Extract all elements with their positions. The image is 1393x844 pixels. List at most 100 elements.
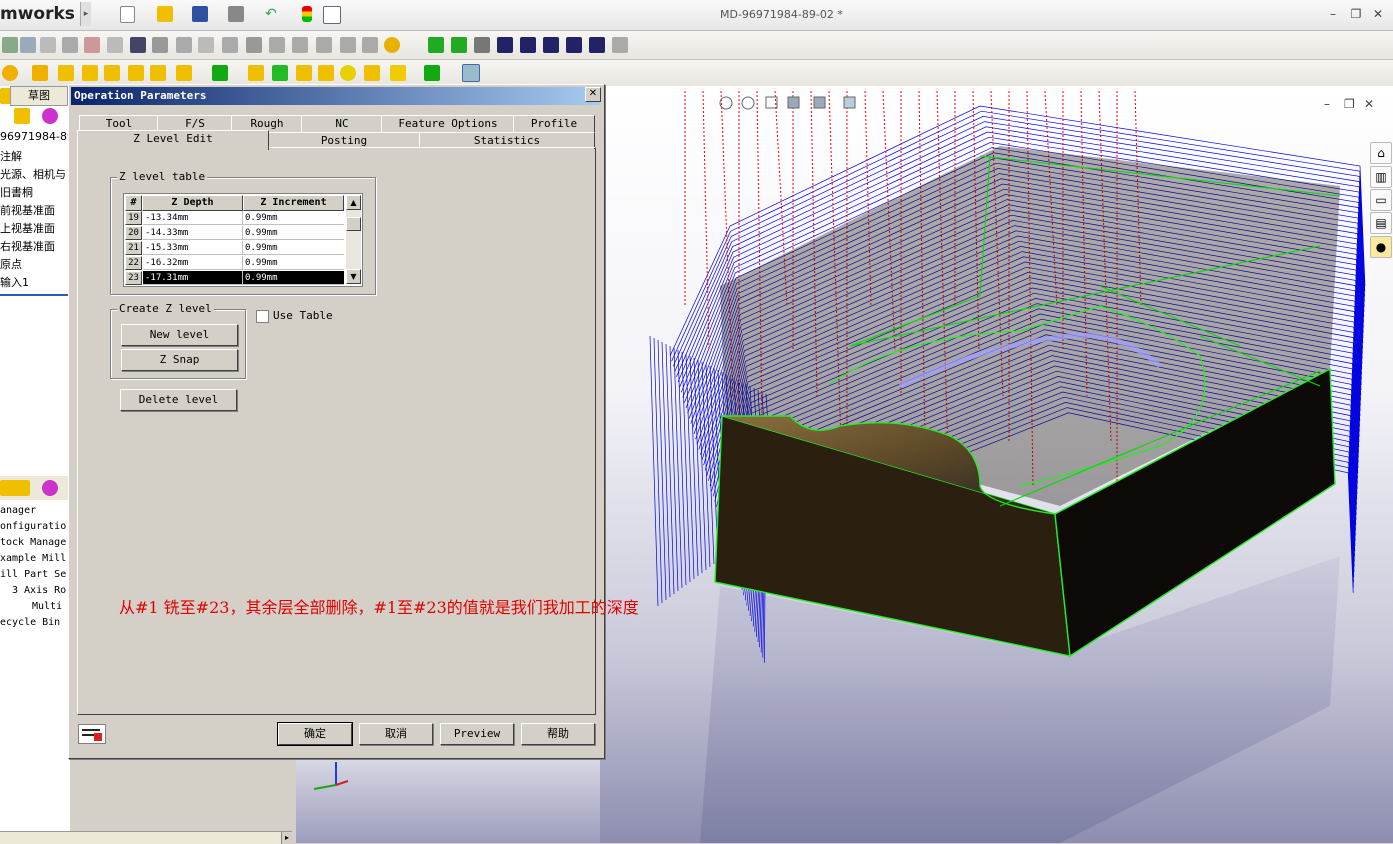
cam-tree-item[interactable]: onfiguratio (0, 521, 70, 532)
appearance-icon[interactable]: ● (1370, 236, 1392, 258)
feature-icon[interactable] (58, 65, 74, 81)
viewport-restore-icon[interactable]: ❐ (1344, 97, 1355, 111)
open-folder-icon[interactable] (157, 6, 173, 22)
new-level-button[interactable]: New level (121, 324, 238, 346)
z-depth-cell[interactable]: -13.34mm (143, 211, 243, 225)
cam-tool-icon[interactable] (428, 37, 444, 53)
cam-tool-icon[interactable] (497, 37, 513, 53)
table-scrollbar[interactable]: ▲ ▼ (346, 195, 361, 284)
tool-icon[interactable] (316, 37, 332, 53)
pattern-icon[interactable] (212, 65, 228, 81)
view-orientation-icon[interactable] (813, 96, 826, 109)
table-row[interactable]: 22 -16.32mm 0.99mm (124, 256, 344, 271)
view-palette-icon[interactable]: ▤ (1370, 212, 1392, 234)
viewport-minimize-icon[interactable]: – (1324, 97, 1330, 111)
z-depth-cell[interactable]: -17.31mm (143, 271, 243, 285)
tool-icon[interactable] (292, 37, 308, 53)
table-row[interactable]: 19 -13.34mm 0.99mm (124, 211, 344, 226)
tree-item[interactable]: 96971984-89-0 (0, 130, 70, 143)
feature-icon[interactable] (248, 65, 264, 81)
help-button[interactable]: 帮助 (521, 723, 595, 745)
panel-scrollbar[interactable]: ▸ (0, 831, 292, 844)
tool-icon[interactable] (340, 37, 356, 53)
zoom-area-icon[interactable] (741, 96, 755, 110)
table-row[interactable]: 21 -15.33mm 0.99mm (124, 241, 344, 256)
cancel-button[interactable]: 取消 (359, 723, 433, 745)
curve-icon[interactable] (424, 65, 440, 81)
tool-icon[interactable] (198, 37, 214, 53)
viewport-close-icon[interactable]: ✕ (1364, 97, 1374, 111)
cam-tool-icon[interactable] (543, 37, 559, 53)
cam-tree-item[interactable]: tock Manage (0, 537, 70, 548)
table-row[interactable]: 20 -14.33mm 0.99mm (124, 226, 344, 241)
rebuild-icon[interactable] (302, 6, 312, 22)
print-icon[interactable] (228, 6, 244, 22)
z-increment-cell[interactable]: 0.99mm (243, 271, 344, 285)
z-level-table[interactable]: # Z Depth Z Increment 19 -13.34mm 0.99mm 20… (123, 193, 363, 287)
tab-feature-options[interactable]: Feature Options (381, 115, 515, 132)
feature-icon[interactable] (340, 65, 356, 81)
tool-icon[interactable] (2, 37, 18, 53)
tree-item[interactable]: 输入1 (0, 274, 70, 290)
cam-tool-icon[interactable] (589, 37, 605, 53)
sketch-icon[interactable] (462, 64, 480, 82)
tool-icon[interactable] (269, 37, 285, 53)
table-row[interactable]: 23 -17.31mm 0.99mm (124, 271, 344, 286)
trim-icon[interactable] (152, 37, 168, 53)
minimize-icon[interactable]: – (1325, 7, 1341, 21)
save-icon[interactable] (192, 6, 208, 22)
property-manager-icon[interactable] (14, 108, 30, 124)
feature-icon[interactable] (128, 65, 144, 81)
z-depth-cell[interactable]: -15.33mm (143, 241, 243, 255)
feature-icon[interactable] (150, 65, 166, 81)
file-explorer-icon[interactable]: ▭ (1370, 189, 1392, 211)
previous-view-icon[interactable] (765, 96, 778, 109)
tool-icon[interactable] (40, 37, 56, 53)
tool-icon[interactable] (62, 37, 78, 53)
options-icon[interactable] (323, 6, 341, 24)
wand-icon[interactable] (390, 65, 406, 81)
graphics-viewport[interactable]: – ❐ ✕ (600, 86, 1393, 843)
tool-icon[interactable] (84, 37, 100, 53)
restore-icon[interactable]: ❐ (1348, 7, 1364, 21)
feature-icon[interactable] (272, 65, 288, 81)
feature-icon[interactable] (364, 65, 380, 81)
tree-item[interactable]: 注解 (0, 148, 70, 164)
feature-icon[interactable] (104, 65, 120, 81)
tool-icon[interactable] (246, 37, 262, 53)
feature-icon[interactable] (32, 65, 48, 81)
scroll-down-icon[interactable]: ▼ (346, 269, 361, 284)
tool-icon[interactable] (20, 37, 36, 53)
z-snap-button[interactable]: Z Snap (121, 349, 238, 371)
close-icon[interactable]: ✕ (1370, 7, 1386, 21)
z-increment-cell[interactable]: 0.99mm (243, 226, 344, 240)
tool-icon[interactable] (362, 37, 378, 53)
cam-tree-item[interactable]: xample Mill (0, 553, 70, 564)
cam-tool-icon[interactable] (566, 37, 582, 53)
help-icon[interactable] (384, 37, 400, 53)
tree-item[interactable]: 前视基准面 (0, 202, 70, 218)
menu-expand-icon[interactable]: ▸ (80, 2, 91, 26)
tab-z-level-edit[interactable]: Z Level Edit (77, 130, 269, 150)
cam-tab-icon[interactable] (14, 480, 30, 496)
dialog-close-button[interactable]: ✕ (585, 87, 601, 102)
library-icon[interactable]: ▥ (1370, 166, 1392, 188)
delete-level-button[interactable]: Delete level (120, 389, 237, 411)
new-document-icon[interactable] (120, 6, 135, 23)
tool-icon[interactable] (222, 37, 238, 53)
cam-tool-icon[interactable] (520, 37, 536, 53)
tree-item[interactable]: 光源、相机与 (0, 166, 70, 182)
cam-tool-icon[interactable] (474, 37, 490, 53)
home-icon[interactable]: ⌂ (1370, 142, 1392, 164)
z-increment-cell[interactable]: 0.99mm (243, 241, 344, 255)
display-style-icon[interactable] (843, 96, 856, 109)
scroll-right-icon[interactable]: ▸ (281, 832, 292, 844)
cam-tab-icon[interactable] (42, 480, 58, 496)
cam-tree-item[interactable]: ecycle Bin (0, 617, 70, 628)
feature-icon[interactable] (82, 65, 98, 81)
z-increment-cell[interactable]: 0.99mm (243, 256, 344, 270)
undo-icon[interactable]: ↶ (265, 6, 281, 22)
scroll-up-icon[interactable]: ▲ (346, 195, 361, 210)
cam-tool-icon[interactable] (612, 37, 628, 53)
feature-icon[interactable] (2, 65, 18, 81)
